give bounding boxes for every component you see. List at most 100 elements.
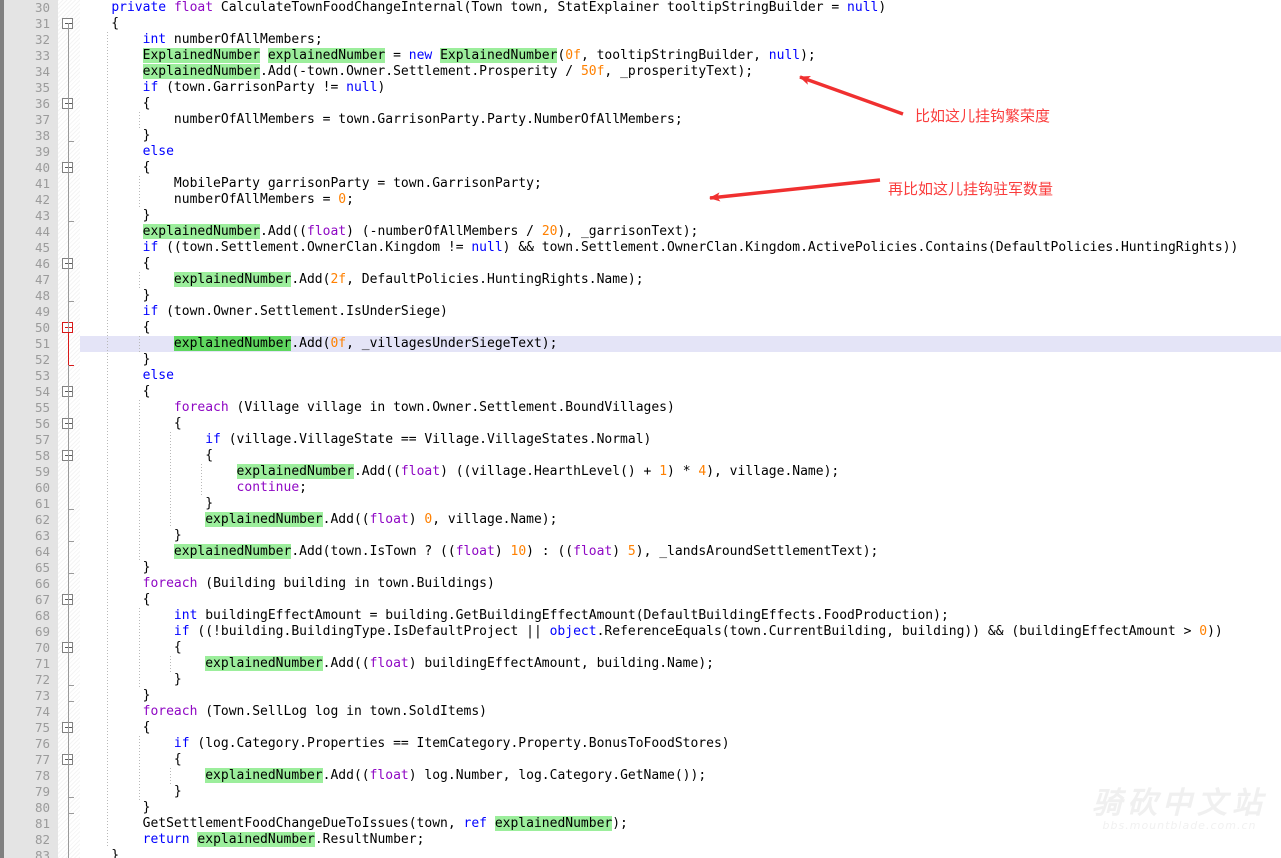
line-number: 68	[34, 608, 50, 623]
code-line[interactable]: explainedNumber.Add((float) buildingEffe…	[80, 656, 714, 672]
code-line[interactable]: if ((!building.BuildingType.IsDefaultPro…	[80, 624, 1223, 640]
indent-guide	[170, 656, 171, 672]
code-line[interactable]: {	[80, 384, 151, 400]
line-number: 80	[34, 800, 50, 815]
code-line[interactable]: if ((town.Settlement.OwnerClan.Kingdom !…	[80, 240, 1239, 256]
code-line[interactable]: {	[80, 752, 182, 768]
code-line[interactable]: foreach (Village village in town.Owner.S…	[80, 400, 675, 416]
indent-guide	[170, 432, 171, 528]
code-line[interactable]: if (log.Category.Properties == ItemCateg…	[80, 736, 730, 752]
line-number: 48	[34, 288, 50, 303]
line-number: 61	[34, 496, 50, 511]
line-number: 60	[34, 480, 50, 495]
line-number: 64	[34, 544, 50, 559]
line-number: 53	[34, 368, 50, 383]
code-line[interactable]: GetSettlementFoodChangeDueToIssues(town,…	[80, 816, 628, 832]
code-line[interactable]: if (town.Owner.Settlement.IsUnderSiege)	[80, 304, 448, 320]
code-line[interactable]: numberOfAllMembers = town.GarrisonParty.…	[80, 112, 683, 128]
line-number: 54	[34, 384, 50, 399]
code-line[interactable]: explainedNumber.Add(-town.Owner.Settleme…	[80, 64, 753, 80]
code-line[interactable]: }	[80, 560, 151, 576]
code-line[interactable]: {	[80, 640, 182, 656]
code-line[interactable]: numberOfAllMembers = 0;	[80, 192, 354, 208]
line-number: 77	[34, 752, 50, 767]
code-line[interactable]: }	[80, 288, 151, 304]
line-number: 52	[34, 352, 50, 367]
code-line[interactable]: }	[80, 848, 119, 858]
code-line[interactable]: }	[80, 800, 151, 816]
code-line[interactable]: }	[80, 208, 151, 224]
code-line[interactable]: explainedNumber.Add((float) log.Number, …	[80, 768, 706, 784]
code-line[interactable]: private float CalculateTownFoodChangeInt…	[80, 0, 886, 16]
code-line[interactable]: }	[80, 352, 151, 368]
code-line[interactable]: ExplainedNumber explainedNumber = new Ex…	[80, 48, 816, 64]
code-line[interactable]: {	[80, 256, 151, 272]
code-line[interactable]: foreach (Town.SellLog log in town.SoldIt…	[80, 704, 487, 720]
line-number: 56	[34, 416, 50, 431]
code-line[interactable]: explainedNumber.Add((float) 0, village.N…	[80, 512, 557, 528]
code-line[interactable]: if (town.GarrisonParty != null)	[80, 80, 386, 96]
line-number: 33	[34, 48, 50, 63]
site-watermark: 骑砍中文站 bbs.mountblade.com.cn	[1092, 785, 1267, 832]
line-number: 43	[34, 208, 50, 223]
line-number: 55	[34, 400, 50, 415]
line-number: 51	[34, 336, 50, 351]
line-number-gutter: 30 31 32 33 34 35 36 37 38 39 40 41 42 43 44 45 46 47 48 49…	[4, 0, 58, 858]
line-number: 73	[34, 688, 50, 703]
line-number: 75	[34, 720, 50, 735]
code-line[interactable]: explainedNumber.Add(2f, DefaultPolicies.…	[80, 272, 644, 288]
code-line[interactable]: int numberOfAllMembers;	[80, 32, 323, 48]
line-number: 71	[34, 656, 50, 671]
line-number: 37	[34, 112, 50, 127]
code-line[interactable]: else	[80, 144, 174, 160]
watermark-title: 骑砍中文站	[1092, 785, 1267, 821]
code-line[interactable]: {	[80, 16, 119, 32]
code-line[interactable]: continue;	[80, 480, 307, 496]
indent-guide	[170, 768, 171, 784]
line-number: 83	[34, 848, 50, 858]
line-number: 67	[34, 592, 50, 607]
code-line[interactable]: {	[80, 592, 151, 608]
line-number: 36	[34, 96, 50, 111]
code-line[interactable]: {	[80, 96, 151, 112]
code-line[interactable]: explainedNumber.Add((float) (-numberOfAl…	[80, 224, 698, 240]
code-line[interactable]: }	[80, 688, 151, 704]
code-line[interactable]: else	[80, 368, 174, 384]
indent-guide	[107, 32, 108, 848]
code-line[interactable]: }	[80, 784, 182, 800]
line-number: 59	[34, 464, 50, 479]
code-line[interactable]: int buildingEffectAmount = building.GetB…	[80, 608, 949, 624]
code-line[interactable]: {	[80, 720, 151, 736]
code-line[interactable]: if (village.VillageState == Village.Vill…	[80, 432, 651, 448]
line-number: 42	[34, 192, 50, 207]
line-number: 35	[34, 80, 50, 95]
line-number: 82	[34, 832, 50, 847]
line-number: 57	[34, 432, 50, 447]
code-line[interactable]: }	[80, 496, 213, 512]
code-line[interactable]: {	[80, 416, 182, 432]
indent-guide	[139, 112, 140, 128]
code-line[interactable]: return explainedNumber.ResultNumber;	[80, 832, 424, 848]
code-surface[interactable]: private float CalculateTownFoodChangeInt…	[80, 0, 1281, 858]
line-number: 58	[34, 448, 50, 463]
line-number: 40	[34, 160, 50, 175]
line-number: 49	[34, 304, 50, 319]
line-number: 63	[34, 528, 50, 543]
code-line[interactable]: {	[80, 448, 213, 464]
code-line[interactable]: }	[80, 128, 151, 144]
code-line[interactable]: {	[80, 160, 151, 176]
code-line[interactable]: MobileParty garrisonParty = town.Garriso…	[80, 176, 542, 192]
code-line[interactable]: foreach (Building building in town.Build…	[80, 576, 495, 592]
line-number: 62	[34, 512, 50, 527]
code-line[interactable]: }	[80, 528, 182, 544]
code-line[interactable]: }	[80, 672, 182, 688]
code-line[interactable]: explainedNumber.Add(town.IsTown ? ((floa…	[80, 544, 878, 560]
code-folding-margin[interactable]	[58, 0, 80, 858]
code-line[interactable]: {	[80, 320, 151, 336]
indent-guide	[139, 736, 140, 800]
line-number: 76	[34, 736, 50, 751]
code-line[interactable]: explainedNumber.Add((float) ((village.He…	[80, 464, 839, 480]
fold-connector-line	[68, 23, 69, 858]
line-number: 78	[34, 768, 50, 783]
code-line[interactable]: explainedNumber.Add(0f, _villagesUnderSi…	[80, 336, 557, 352]
